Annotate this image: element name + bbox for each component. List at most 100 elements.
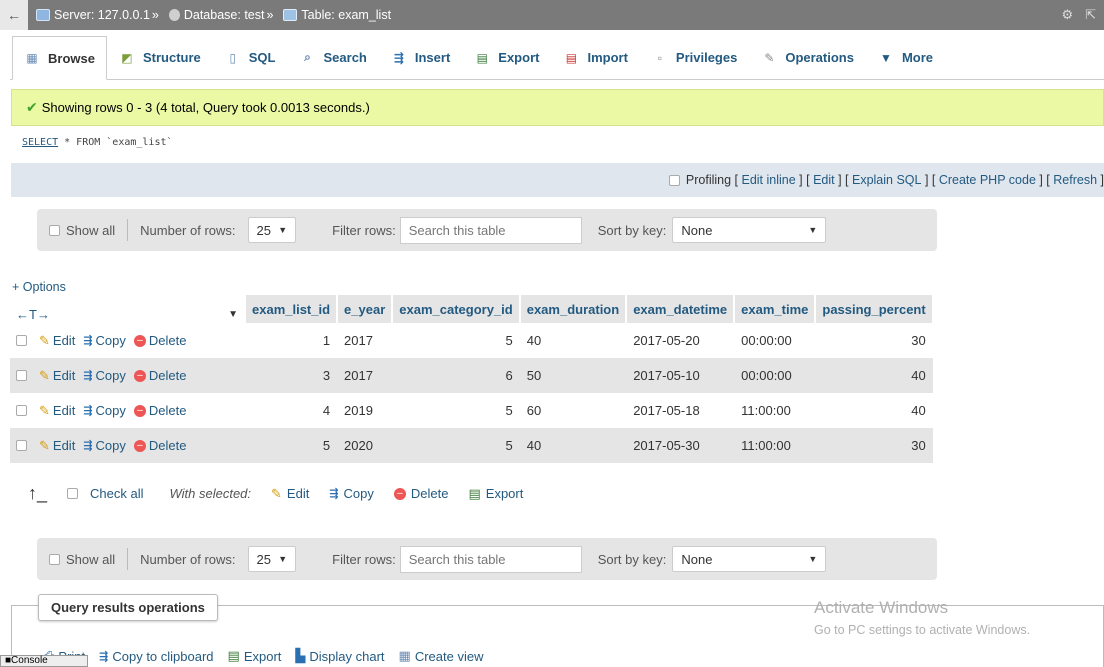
table-cell-exam-time[interactable]: 11:00:00 [734, 428, 816, 463]
table-cell-exam-time[interactable]: 11:00:00 [734, 393, 816, 428]
table-cell-exam-list-id[interactable]: 3 [245, 358, 338, 393]
copy-to-clipboard-link[interactable]: ⇶ Copy to clipboard [99, 648, 213, 664]
check-all-label[interactable]: Check all [90, 486, 143, 501]
table-cell-exam-duration[interactable]: 40 [519, 323, 627, 358]
bulk-copy-button[interactable]: ⇶ Copy [329, 486, 374, 501]
bulk-copy-label: Copy [343, 486, 374, 501]
bulk-edit-button[interactable]: ✎ Edit [271, 486, 309, 502]
table-cell-exam-list-id[interactable]: 5 [245, 428, 338, 463]
tab-insert[interactable]: ⇶ Insert [379, 35, 462, 79]
create-php-link[interactable]: Create PHP code [939, 173, 1036, 187]
column-header[interactable]: exam_datetime [626, 295, 736, 323]
profiling-checkbox[interactable] [668, 174, 680, 186]
breadcrumb-database[interactable]: Database: test [184, 8, 265, 22]
filter-input[interactable]: Search this table [399, 216, 582, 244]
column-header[interactable]: passing_percent [815, 295, 934, 323]
table-cell-exam-duration[interactable]: 60 [519, 393, 627, 428]
table-cell-passing-percent[interactable]: 30 [815, 428, 933, 463]
tab-structure[interactable]: ◩ Structure [107, 35, 213, 79]
tab-sql[interactable]: ▯ SQL [213, 35, 288, 79]
table-cell-exam-datetime[interactable]: 2017-05-20 [626, 323, 735, 358]
column-header[interactable]: exam_category_id [392, 295, 521, 323]
options-link[interactable]: + Options [12, 280, 66, 294]
breadcrumb-server[interactable]: Server: 127.0.0.1 [54, 8, 150, 22]
edit-inline-link[interactable]: Edit inline [741, 173, 795, 187]
row-checkbox[interactable] [16, 405, 27, 416]
show-all-checkbox[interactable] [49, 553, 60, 565]
row-copy-button[interactable]: ⇶ Copy [83, 403, 126, 418]
table-cell-exam-time[interactable]: 00:00:00 [734, 358, 816, 393]
column-arrows-icon[interactable]: ←T→ [16, 307, 50, 322]
table-cell-e-year[interactable]: 2020 [337, 428, 393, 463]
table-cell-passing-percent[interactable]: 30 [815, 323, 933, 358]
refresh-link[interactable]: Refresh [1053, 173, 1097, 187]
check-icon: ✔ [26, 99, 38, 115]
table-cell-e-year[interactable]: 2019 [337, 393, 393, 428]
explain-sql-link[interactable]: Explain SQL [852, 173, 921, 187]
check-all-checkbox[interactable] [67, 488, 79, 499]
row-delete-button[interactable]: – Delete [133, 403, 186, 418]
table-cell-passing-percent[interactable]: 40 [815, 358, 933, 393]
tab-browse[interactable]: ▦ Browse [12, 36, 107, 80]
tab-privileges[interactable]: ▫ Privileges [640, 35, 749, 79]
table-cell-exam-datetime[interactable]: 2017-05-18 [626, 393, 735, 428]
breadcrumb-table[interactable]: Table: exam_list [301, 8, 391, 22]
column-header[interactable]: exam_list_id [245, 295, 339, 323]
table-cell-passing-percent[interactable]: 40 [815, 393, 933, 428]
row-edit-button[interactable]: ✎ Edit [39, 438, 75, 454]
tab-more[interactable]: ▼ More [866, 35, 945, 79]
table-cell-exam-list-id[interactable]: 4 [245, 393, 338, 428]
chevron-down-icon[interactable]: ▼ [228, 309, 238, 320]
table-cell-exam-datetime[interactable]: 2017-05-10 [626, 358, 735, 393]
table-cell-exam-time[interactable]: 00:00:00 [734, 323, 816, 358]
row-copy-button[interactable]: ⇶ Copy [83, 438, 126, 453]
create-view-link[interactable]: ▦ Create view [399, 648, 484, 664]
table-cell-exam-category-id[interactable]: 6 [392, 358, 520, 393]
row-copy-button[interactable]: ⇶ Copy [83, 368, 126, 383]
table-cell-exam-duration[interactable]: 40 [519, 428, 627, 463]
table-cell-exam-category-id[interactable]: 5 [392, 323, 520, 358]
export-link[interactable]: ▤ Export [228, 648, 282, 664]
column-header[interactable]: exam_duration [519, 295, 628, 323]
collapse-icon[interactable]: ⇱ [1085, 7, 1096, 23]
row-delete-button[interactable]: – Delete [133, 333, 186, 348]
tab-search[interactable]: ⌕ Search [288, 35, 379, 79]
column-header[interactable]: e_year [337, 295, 394, 323]
table-cell-e-year[interactable]: 2017 [337, 358, 393, 393]
bulk-delete-button[interactable]: – Delete [393, 486, 448, 501]
row-edit-button[interactable]: ✎ Edit [39, 333, 75, 349]
edit-label: Edit [52, 333, 76, 348]
row-checkbox[interactable] [16, 335, 27, 346]
show-all-checkbox[interactable] [49, 224, 60, 236]
rows-select[interactable]: 25 ▼ [247, 546, 297, 572]
tab-import[interactable]: ▤ Import [551, 35, 639, 79]
row-delete-button[interactable]: – Delete [133, 438, 186, 453]
row-delete-button[interactable]: – Delete [133, 368, 186, 383]
sort-select[interactable]: None ▼ [672, 217, 827, 243]
table-cell-exam-duration[interactable]: 50 [519, 358, 627, 393]
sort-select[interactable]: None ▼ [672, 546, 827, 572]
table-cell-exam-datetime[interactable]: 2017-05-30 [626, 428, 735, 463]
filter-label: Filter rows: [332, 551, 396, 567]
filter-input[interactable]: Search this table [399, 545, 582, 573]
table-cell-e-year[interactable]: 2017 [337, 323, 393, 358]
gear-icon[interactable]: ⚙ [1061, 7, 1073, 23]
table-cell-exam-category-id[interactable]: 5 [392, 428, 520, 463]
back-arrow-icon[interactable]: ← [0, 0, 28, 30]
row-edit-button[interactable]: ✎ Edit [39, 403, 75, 419]
row-checkbox[interactable] [16, 370, 27, 381]
tab-export[interactable]: ▤ Export [462, 35, 551, 79]
display-chart-link[interactable]: ▙ Display chart [295, 648, 384, 664]
tab-operations[interactable]: ✎ Operations [749, 35, 866, 79]
row-copy-button[interactable]: ⇶ Copy [83, 333, 126, 348]
console-tab[interactable]: ■Console [0, 655, 88, 667]
table-cell-exam-list-id[interactable]: 1 [245, 323, 338, 358]
column-header[interactable]: exam_time [734, 295, 817, 323]
sql-keyword-link[interactable]: SELECT [22, 137, 58, 148]
row-edit-button[interactable]: ✎ Edit [39, 368, 75, 384]
bulk-export-button[interactable]: ▤ Export [468, 486, 523, 502]
rows-select[interactable]: 25 ▼ [247, 217, 297, 243]
edit-link[interactable]: Edit [813, 173, 835, 187]
table-cell-exam-category-id[interactable]: 5 [392, 393, 520, 428]
row-checkbox[interactable] [16, 440, 27, 451]
